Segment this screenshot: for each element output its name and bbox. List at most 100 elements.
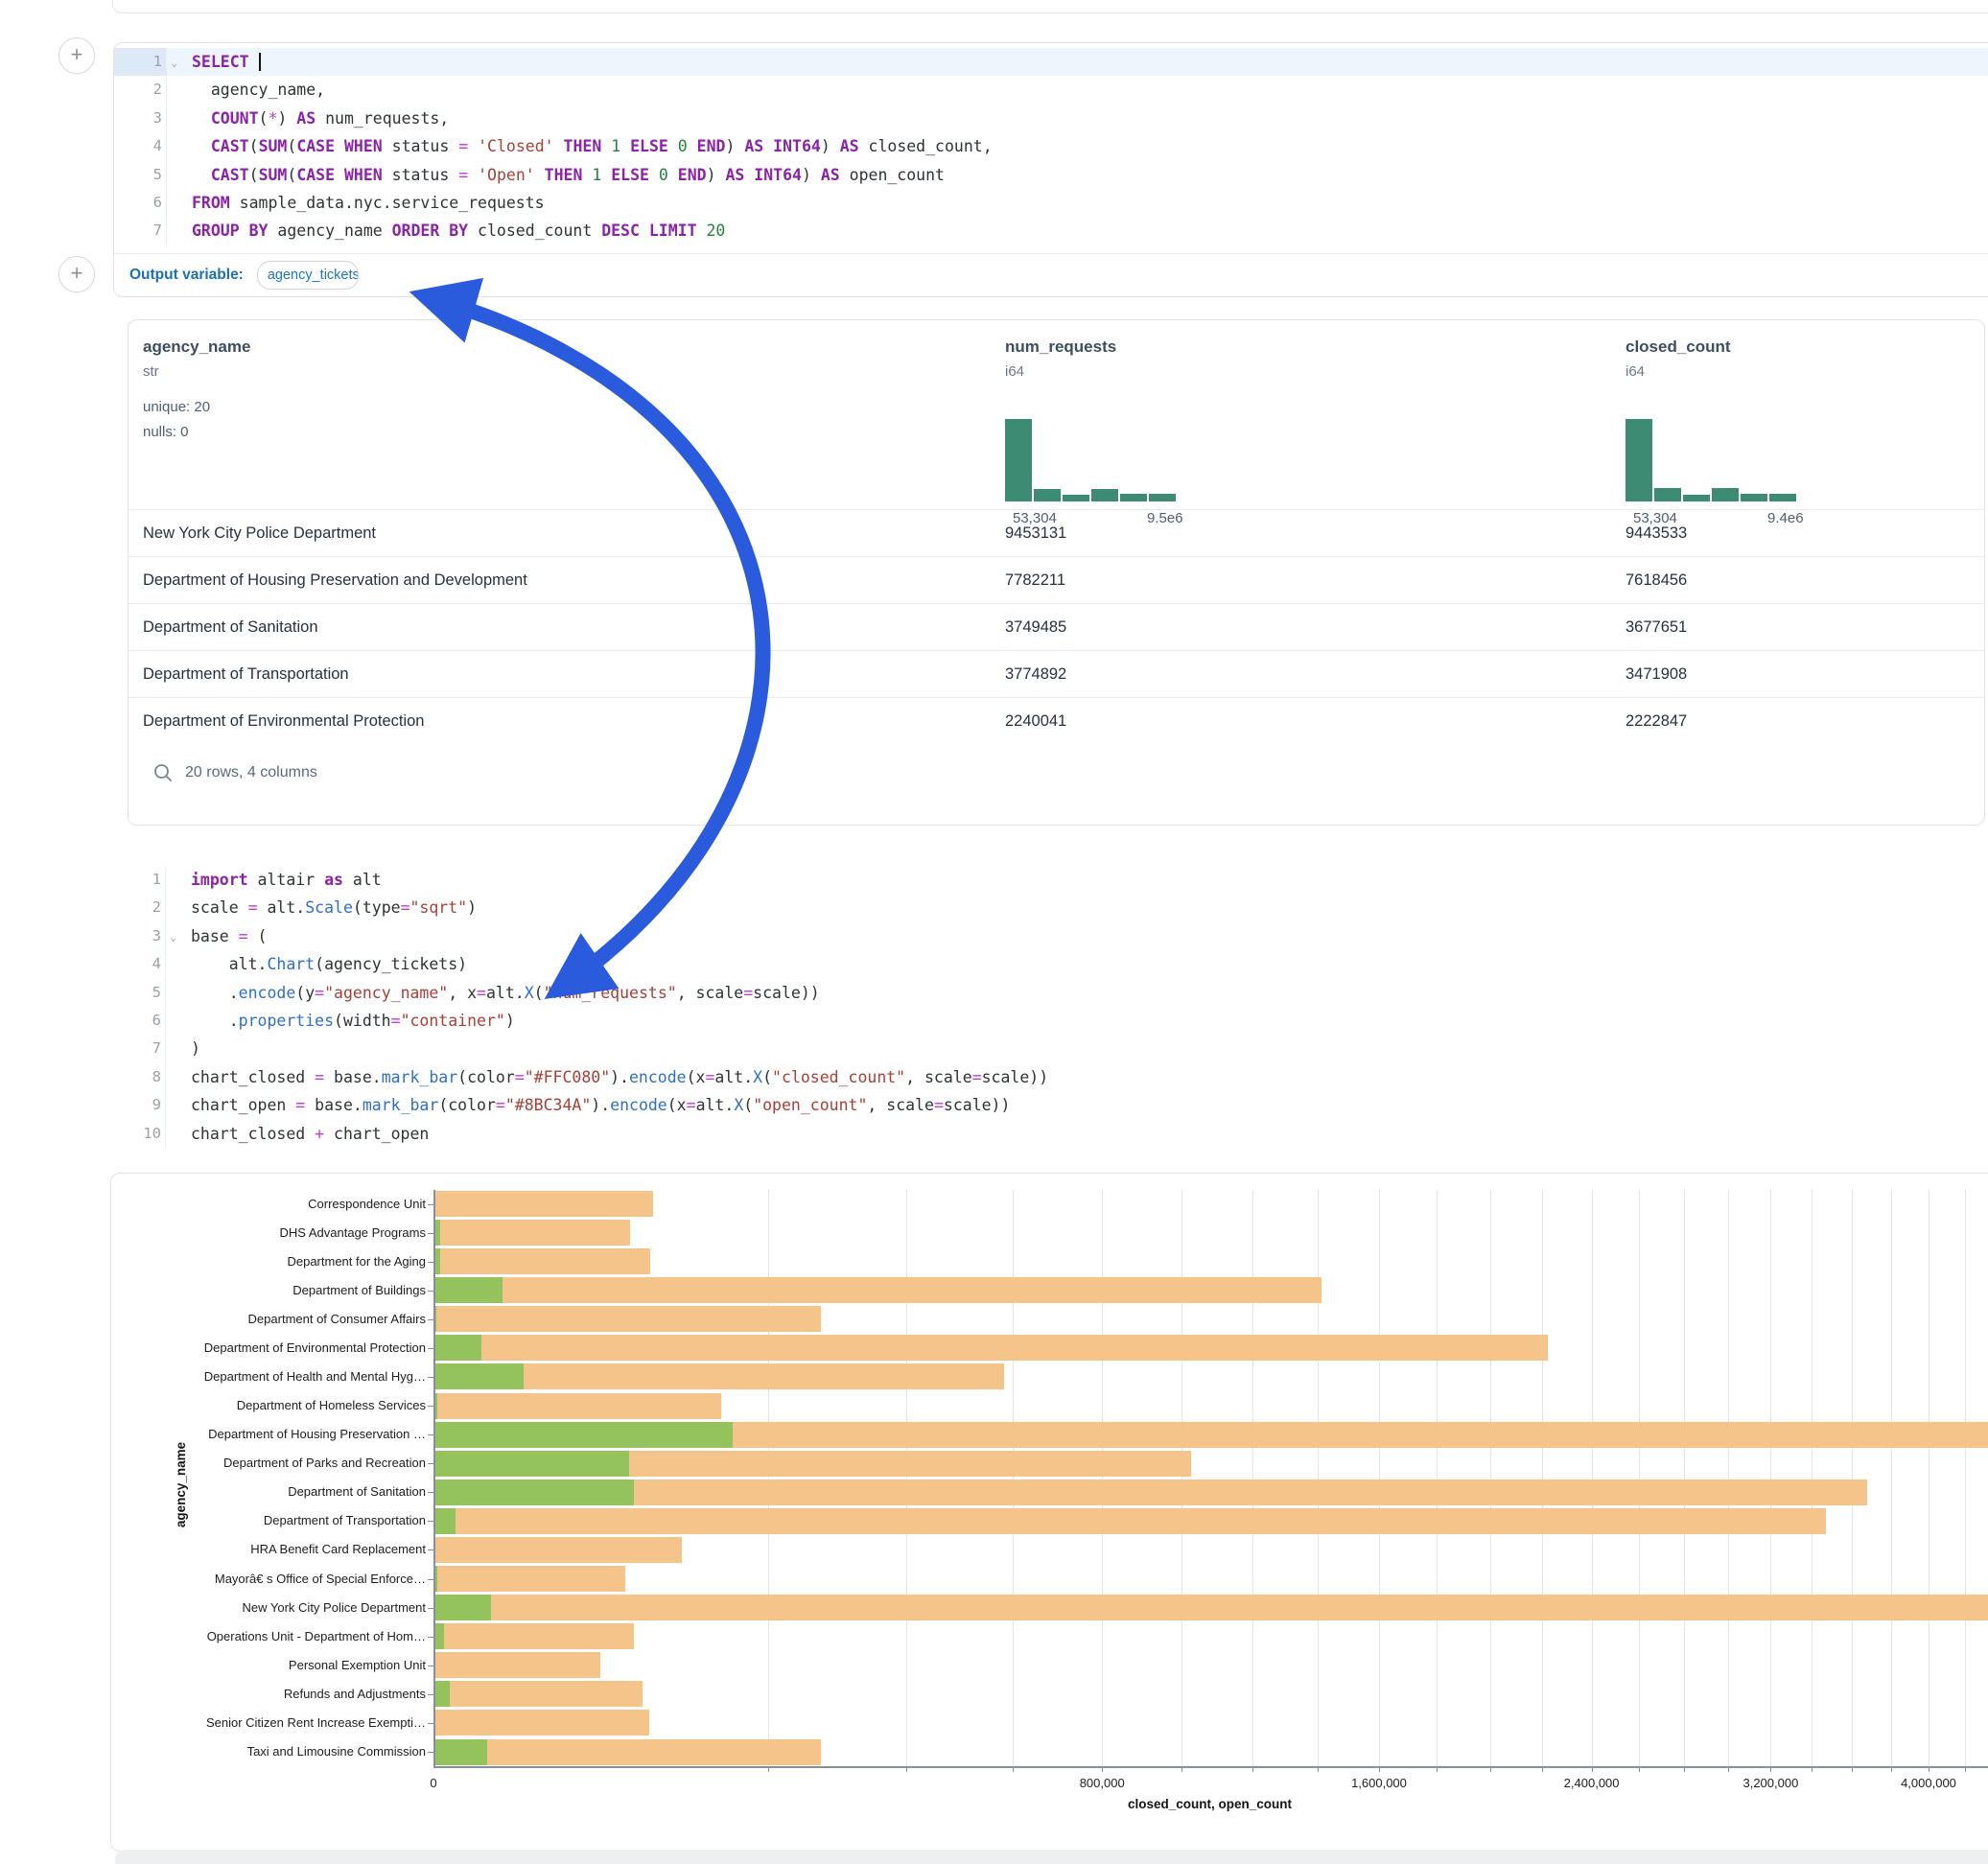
y-axis-label: Department of Housing Preservation … <box>111 1427 426 1441</box>
search-icon[interactable] <box>152 762 174 783</box>
chart-gridline <box>768 1190 769 1767</box>
table-cell: Department of Housing Preservation and D… <box>143 557 527 603</box>
chart-gridline <box>1770 1190 1771 1767</box>
code-token <box>668 166 678 184</box>
sql-cell: 1⌄SELECT 2 agency_name,3 COUNT(*) AS num… <box>113 42 1988 297</box>
line-number: 3⌄ <box>113 922 165 950</box>
code-line[interactable]: 4 alt.Chart(agency_tickets) <box>113 950 1988 978</box>
code-line[interactable]: 3⌄base = ( <box>113 922 1988 950</box>
code-token: (width <box>334 1012 391 1030</box>
code-token: . <box>191 984 239 1002</box>
table-row[interactable]: Department of Environmental Protection22… <box>129 697 1984 744</box>
bar-closed-count <box>433 1710 649 1736</box>
code-token: ) <box>467 898 477 917</box>
code-line[interactable]: 5 CAST(SUM(CASE WHEN status = 'Open' THE… <box>114 161 1988 189</box>
code-line[interactable]: 2 agency_name, <box>114 76 1988 104</box>
code-line[interactable]: 8chart_closed = base.mark_bar(color="#FF… <box>113 1063 1988 1091</box>
code-token <box>468 166 478 184</box>
chart-gridline <box>1728 1190 1729 1767</box>
code-text: .encode(y="agency_name", x=alt.X("num_re… <box>165 979 820 1007</box>
code-token: GROUP <box>192 221 240 240</box>
code-token: (x <box>667 1096 687 1114</box>
code-line[interactable]: 7) <box>113 1035 1988 1062</box>
x-axis-tick-label: 800,000 <box>1080 1776 1125 1790</box>
sql-code-editor[interactable]: 1⌄SELECT 2 agency_name,3 COUNT(*) AS num… <box>114 48 1988 245</box>
output-variable-input[interactable]: agency_tickets <box>257 261 359 290</box>
code-token: INT64 <box>754 166 802 184</box>
table-row[interactable]: Department of Transportation377489234719… <box>129 650 1984 697</box>
x-axis-tick-label: 0 <box>430 1776 436 1790</box>
code-token: 0 <box>678 137 688 155</box>
code-token <box>697 221 707 240</box>
column-header[interactable]: num_requestsi6453,3049.5e6 <box>1005 338 1408 380</box>
code-token: AS <box>725 166 744 184</box>
fold-chevron-icon[interactable]: ⌄ <box>170 923 176 951</box>
code-token: (x <box>687 1068 706 1086</box>
code-line[interactable]: 6 .properties(width="container") <box>113 1007 1988 1035</box>
code-token <box>335 137 344 155</box>
column-header[interactable]: closed_counti6453,3049.4e6 <box>1625 338 1985 380</box>
code-token: ) <box>505 1012 515 1030</box>
code-token: WHEN <box>344 137 383 155</box>
code-line[interactable]: 10chart_closed + chart_open <box>113 1120 1988 1148</box>
code-line[interactable]: 5 .encode(y="agency_name", x=alt.X("num_… <box>113 979 1988 1007</box>
code-token: 1 <box>611 137 620 155</box>
add-cell-button[interactable]: + <box>58 37 95 74</box>
bar-closed-count <box>433 1537 682 1563</box>
column-header[interactable]: agency_namestrunique: 20nulls: 0 <box>143 338 546 445</box>
code-token: ). <box>610 1068 629 1086</box>
previous-cell-bottom-edge <box>112 0 1988 13</box>
code-line[interactable]: 6FROM sample_data.nyc.service_requests <box>114 189 1988 217</box>
code-token: , scale <box>867 1096 934 1114</box>
code-token: = <box>705 1068 714 1086</box>
y-axis-label: Department of Health and Mental Hyg… <box>111 1369 426 1384</box>
code-line[interactable]: 9chart_open = base.mark_bar(color="#8BC3… <box>113 1091 1988 1119</box>
code-token <box>240 221 249 240</box>
code-token: encode <box>629 1068 687 1086</box>
y-axis-label: Department of Environmental Protection <box>111 1340 426 1355</box>
code-line[interactable]: 4 CAST(SUM(CASE WHEN status = 'Closed' T… <box>114 132 1988 160</box>
code-line[interactable]: 1import altair as alt <box>113 866 1988 894</box>
code-token: properties <box>239 1012 334 1030</box>
code-token: BY <box>449 221 468 240</box>
chart-output-card: Correspondence UnitDHS Advantage Program… <box>110 1173 1988 1852</box>
code-line[interactable]: 2scale = alt.Scale(type="sqrt") <box>113 894 1988 921</box>
bar-open-count <box>433 1595 491 1620</box>
code-token: 1 <box>592 166 601 184</box>
line-number: 4 <box>114 132 166 160</box>
column-histogram <box>1625 419 1798 501</box>
code-token: mark_bar <box>382 1068 457 1086</box>
y-axis-label: Senior Citizen Rent Increase Exempti… <box>111 1715 426 1730</box>
code-token: . <box>191 1012 239 1030</box>
python-code-editor[interactable]: 1import altair as alt2scale = alt.Scale(… <box>113 866 1988 1148</box>
code-line[interactable]: 1⌄SELECT <box>114 48 1988 76</box>
code-token: CASE <box>296 166 335 184</box>
add-cell-button[interactable]: + <box>58 256 95 292</box>
chart-gridline <box>1542 1190 1543 1767</box>
code-token: X <box>753 1068 762 1086</box>
code-token: sample_data.nyc.service_requests <box>230 194 545 212</box>
table-cell: 2222847 <box>1625 698 1687 744</box>
histogram-bar <box>1063 495 1089 501</box>
table-cell: Department of Transportation <box>143 651 349 697</box>
fold-chevron-icon[interactable]: ⌄ <box>171 49 177 77</box>
table-row[interactable]: Department of Housing Preservation and D… <box>129 556 1984 603</box>
code-line[interactable]: 7GROUP BY agency_name ORDER BY closed_co… <box>114 217 1988 245</box>
bar-closed-count <box>433 1595 1988 1620</box>
code-line[interactable]: 3 COUNT(*) AS num_requests, <box>114 105 1988 132</box>
table-cell: New York City Police Department <box>143 510 376 556</box>
text-cursor <box>259 53 261 71</box>
code-token <box>554 137 564 155</box>
code-token: closed_count <box>468 221 601 240</box>
code-token <box>763 137 773 155</box>
line-number: 7 <box>113 1035 165 1062</box>
column-type: i64 <box>1625 363 1985 380</box>
code-token <box>668 137 678 155</box>
table-row[interactable]: New York City Police Department945313194… <box>129 509 1984 556</box>
code-token <box>192 166 211 184</box>
table-row[interactable]: Department of Sanitation37494853677651 <box>129 603 1984 650</box>
code-token: CASE <box>296 137 335 155</box>
chart-gridline <box>1812 1190 1813 1767</box>
code-token: scale <box>191 898 248 917</box>
x-axis-line <box>433 1766 1988 1768</box>
